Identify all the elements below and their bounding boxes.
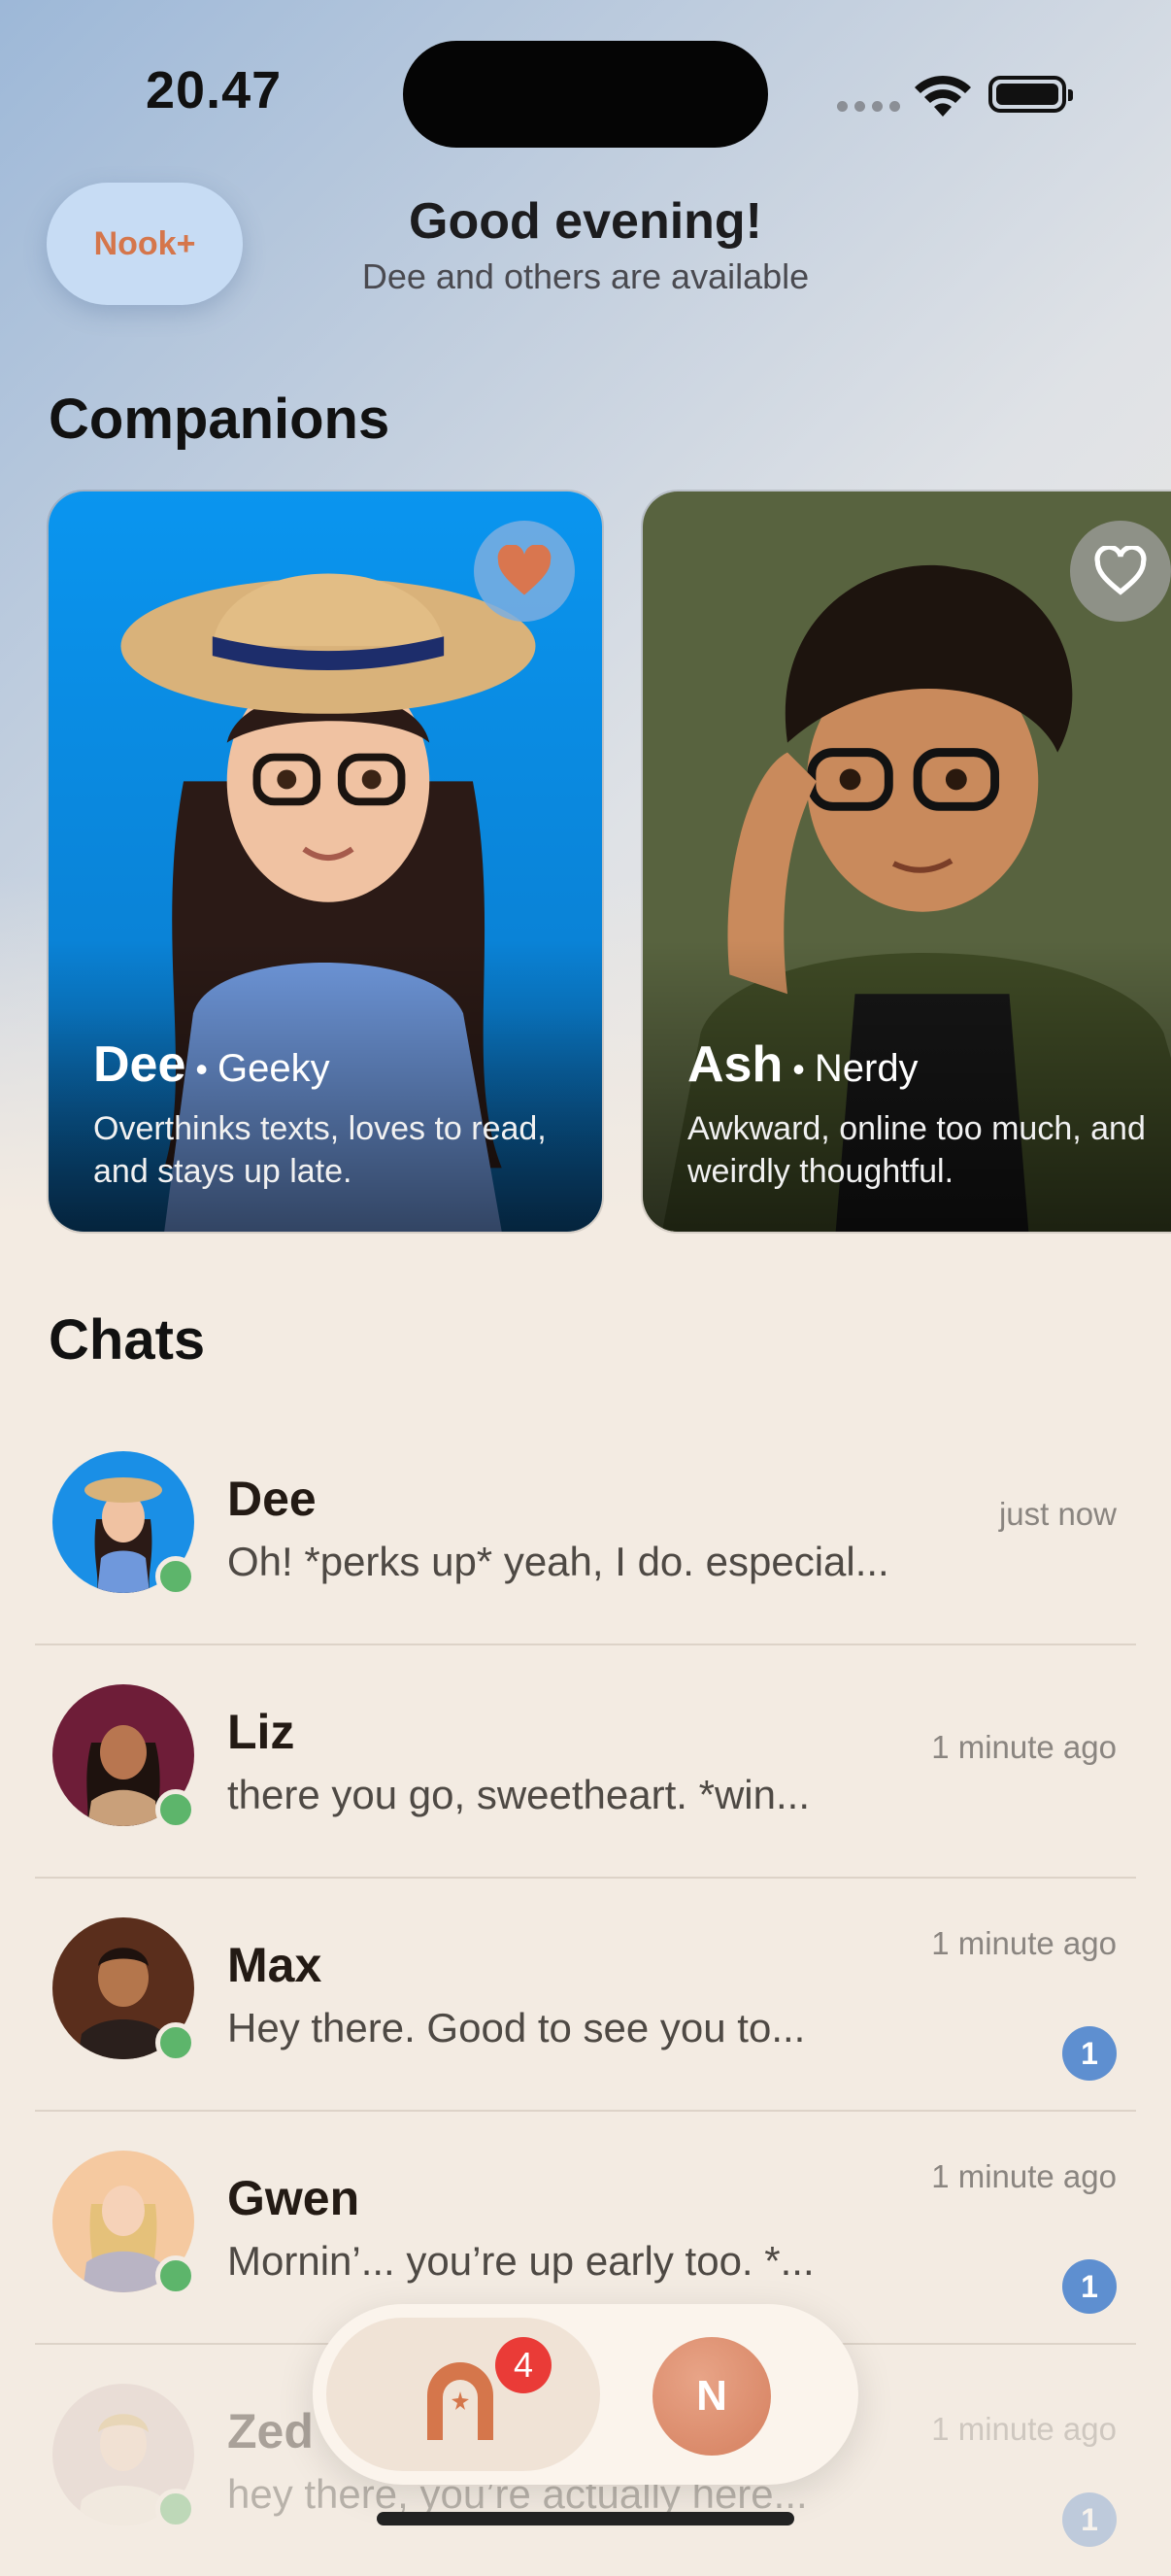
tab-profile-avatar[interactable]: N bbox=[652, 2337, 771, 2456]
companion-name: Dee bbox=[93, 1036, 186, 1093]
notification-badge: 4 bbox=[495, 2337, 552, 2393]
dynamic-island bbox=[403, 41, 768, 148]
tab-bar: 4 N bbox=[313, 2304, 858, 2485]
cellular-signal-icon bbox=[837, 101, 900, 112]
companions-title: Companions bbox=[49, 388, 390, 451]
chat-name: Max bbox=[227, 1938, 322, 1992]
companion-trait: Nerdy bbox=[814, 1047, 919, 1090]
companion-description: Overthinks texts, loves to read, and sta… bbox=[93, 1110, 547, 1190]
chat-name: Gwen bbox=[227, 2171, 360, 2225]
chat-name: Zed bbox=[227, 2404, 314, 2458]
battery-icon bbox=[988, 76, 1073, 113]
chat-preview: Mornin’... you’re up early too. *... bbox=[227, 2238, 815, 2284]
unread-badge: 1 bbox=[1062, 2026, 1117, 2081]
chat-row-max[interactable]: Max Hey there. Good to see you to... 1 m… bbox=[35, 1877, 1136, 2112]
greeting-subtitle: Dee and others are available bbox=[361, 256, 810, 296]
chat-name: Dee bbox=[227, 1472, 317, 1526]
companion-name: Ash bbox=[687, 1036, 784, 1093]
online-indicator bbox=[155, 2022, 196, 2063]
status-time: 20.47 bbox=[146, 61, 283, 119]
favorite-heart-icon[interactable] bbox=[474, 521, 575, 622]
greeting-title: Good evening! bbox=[409, 193, 762, 250]
chat-preview: Hey there. Good to see you to... bbox=[227, 2005, 806, 2051]
favorite-heart-outline-icon[interactable] bbox=[1070, 521, 1171, 622]
chat-row-dee[interactable]: Dee Oh! *perks up* yeah, I do. especial.… bbox=[35, 1410, 1136, 1645]
online-indicator bbox=[155, 2489, 196, 2529]
companion-trait: Geeky bbox=[217, 1047, 330, 1090]
chat-time: 1 minute ago bbox=[931, 1925, 1117, 1961]
nook-arch-icon bbox=[427, 2362, 493, 2440]
chats-title: Chats bbox=[49, 1308, 206, 1372]
chat-time: 1 minute ago bbox=[931, 2411, 1117, 2447]
home-indicator bbox=[377, 2512, 794, 2525]
chat-preview: Oh! *perks up* yeah, I do. especial... bbox=[227, 1539, 889, 1584]
chat-row-liz[interactable]: Liz there you go, sweetheart. *win... 1 … bbox=[35, 1644, 1136, 1879]
online-indicator bbox=[155, 1556, 196, 1597]
unread-badge: 1 bbox=[1062, 2492, 1117, 2547]
companion-description: Awkward, online too much, and weirdly th… bbox=[687, 1110, 1146, 1190]
chat-name: Liz bbox=[227, 1705, 295, 1759]
chat-time: 1 minute ago bbox=[931, 1729, 1117, 1765]
online-indicator bbox=[155, 2255, 196, 2296]
chat-time: just now bbox=[998, 1496, 1117, 1532]
tab-home[interactable]: 4 bbox=[326, 2318, 600, 2471]
wifi-icon bbox=[915, 75, 971, 117]
chat-preview: there you go, sweetheart. *win... bbox=[227, 1772, 810, 1817]
online-indicator bbox=[155, 1789, 196, 1830]
companion-card-dee[interactable]: Dee • Geeky Overthinks texts, loves to rea… bbox=[47, 490, 604, 1234]
chat-time: 1 minute ago bbox=[931, 2158, 1117, 2194]
unread-badge: 1 bbox=[1062, 2259, 1117, 2314]
companion-card-ash[interactable]: Ash • Nerdy Awkward, online too much, and … bbox=[641, 490, 1171, 1234]
